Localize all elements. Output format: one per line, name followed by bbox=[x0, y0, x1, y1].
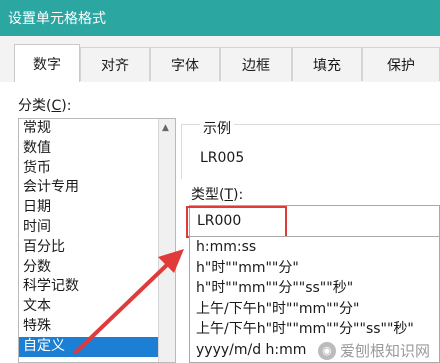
category-item-text[interactable]: 文本 bbox=[19, 297, 175, 317]
category-list[interactable]: 常规 数值 货币 会计专用 日期 时间 百分比 分数 科学记数 文本 特殊 自定… bbox=[18, 118, 176, 363]
sample-label: 示例 bbox=[200, 118, 234, 138]
category-label: 分类(C): bbox=[18, 98, 72, 114]
annotation-highlight-box bbox=[186, 206, 287, 238]
tab-strip: 数字 对齐 字体 边框 填充 保护 bbox=[0, 36, 440, 83]
tab-fill[interactable]: 填充 bbox=[292, 47, 362, 81]
category-item-custom[interactable]: 自定义 bbox=[19, 336, 175, 357]
category-item-time[interactable]: 时间 bbox=[19, 218, 175, 238]
tab-protection[interactable]: 保护 bbox=[362, 47, 440, 81]
category-item-general[interactable]: 常规 bbox=[19, 119, 175, 139]
category-item-date[interactable]: 日期 bbox=[19, 198, 175, 218]
watermark-logo-icon: ◉ bbox=[317, 341, 336, 360]
type-label: 类型(T): bbox=[191, 187, 244, 203]
type-format-item[interactable]: 上午/下午h"时""mm""分" bbox=[190, 299, 439, 320]
scroll-up-icon[interactable]: ▲ bbox=[162, 123, 169, 133]
type-format-item[interactable]: h"时""mm""分" bbox=[190, 258, 439, 279]
tab-number[interactable]: 数字 bbox=[14, 44, 80, 83]
sample-value: LR005 bbox=[200, 150, 245, 166]
category-item-fraction[interactable]: 分数 bbox=[19, 258, 175, 278]
type-format-item[interactable]: 上午/下午h"时""mm""分""ss""秒" bbox=[190, 319, 439, 340]
category-item-number[interactable]: 数值 bbox=[19, 139, 175, 159]
category-item-currency[interactable]: 货币 bbox=[19, 159, 175, 179]
tab-font[interactable]: 字体 bbox=[150, 47, 220, 81]
dialog-title-bar: 设置单元格格式 bbox=[0, 0, 440, 36]
dialog-title: 设置单元格格式 bbox=[8, 11, 106, 27]
watermark: ◉ 爱刨根知识网 bbox=[317, 340, 430, 361]
category-item-percentage[interactable]: 百分比 bbox=[19, 238, 175, 258]
type-format-item[interactable]: h:mm:ss bbox=[190, 237, 439, 258]
category-scrollbar[interactable]: ▲ bbox=[158, 119, 175, 362]
tab-border[interactable]: 边框 bbox=[220, 47, 292, 81]
watermark-text: 爱刨根知识网 bbox=[339, 342, 430, 360]
category-item-accounting[interactable]: 会计专用 bbox=[19, 178, 175, 198]
category-item-scientific[interactable]: 科学记数 bbox=[19, 277, 175, 297]
sample-group-border-left bbox=[181, 124, 182, 179]
category-item-special[interactable]: 特殊 bbox=[19, 317, 175, 337]
type-format-item[interactable]: h"时""mm""分""ss""秒" bbox=[190, 278, 439, 299]
tab-alignment[interactable]: 对齐 bbox=[80, 47, 150, 81]
